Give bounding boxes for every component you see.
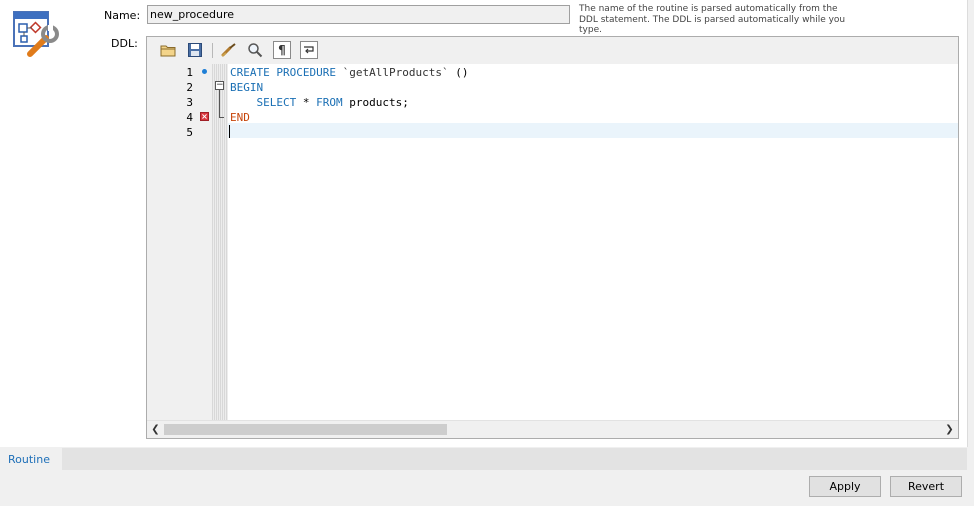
line-number-gutter: 1 2 3 4 5 × [147, 64, 212, 421]
pilcrow-icon[interactable]: ¶ [273, 41, 291, 59]
code-line-3: SELECT * FROM products; [230, 96, 409, 109]
open-folder-icon[interactable] [159, 41, 177, 59]
word-wrap-icon[interactable] [300, 41, 318, 59]
tab-routine[interactable]: Routine [0, 448, 62, 470]
line-number: 3 [186, 96, 193, 109]
scroll-right-icon[interactable]: ❯ [941, 421, 958, 438]
scroll-left-icon[interactable]: ❮ [147, 421, 164, 438]
editor-toolbar: ¶ [147, 37, 958, 65]
select-star: * [296, 96, 317, 109]
line-number: 4 [186, 111, 193, 124]
horizontal-scrollbar[interactable]: ❮ ❯ [147, 420, 958, 438]
apply-button[interactable]: Apply [809, 476, 881, 497]
syntax-error-icon[interactable]: × [200, 112, 209, 121]
keyword-begin: BEGIN [230, 81, 264, 94]
table-name: products; [342, 96, 409, 109]
line-number: 1 [186, 66, 193, 79]
fold-margin: − [212, 64, 228, 421]
statement-marker-dot-icon [202, 69, 207, 74]
code-line-4: END [230, 111, 250, 124]
keyword-select: SELECT [256, 96, 297, 109]
fold-collapse-icon[interactable]: − [215, 81, 224, 90]
toolbar-separator [212, 43, 213, 58]
bottom-tab-bar: Routine [0, 448, 967, 470]
code-line-2: BEGIN [230, 81, 263, 94]
text-caret [229, 125, 230, 138]
current-line-highlight [228, 123, 958, 138]
revert-button[interactable]: Revert [890, 476, 962, 497]
routine-icon [12, 8, 62, 60]
line-number: 5 [186, 126, 193, 139]
name-hint-text: The name of the routine is parsed automa… [579, 4, 846, 35]
keyword-procedure: PROCEDURE [276, 66, 336, 79]
routine-editor-panel: Name: The name of the routine is parsed … [0, 0, 968, 447]
routine-name-input[interactable] [147, 5, 570, 24]
code-line-1: CREATE PROCEDURE `getAllProducts` () [230, 66, 468, 79]
save-icon[interactable] [186, 41, 204, 59]
beautify-brush-icon[interactable] [220, 41, 238, 59]
scroll-thumb[interactable] [164, 424, 447, 435]
ddl-label: DDL: [111, 37, 138, 50]
line-number: 2 [186, 81, 193, 94]
keyword-from: FROM [316, 96, 343, 109]
fold-end [219, 117, 224, 118]
parentheses: () [455, 66, 469, 79]
ddl-editor[interactable]: ¶ 1 2 3 4 5 × − CREATE PROCEDURE `getAll… [146, 36, 959, 439]
keyword-end: END [230, 111, 250, 124]
find-magnifier-icon[interactable] [246, 41, 264, 59]
code-area[interactable]: CREATE PROCEDURE `getAllProducts` () BEG… [228, 64, 958, 421]
fold-line [219, 90, 220, 117]
name-label: Name: [104, 9, 141, 22]
procedure-identifier: `getAllProducts` [342, 66, 449, 79]
keyword-create: CREATE [230, 66, 270, 79]
